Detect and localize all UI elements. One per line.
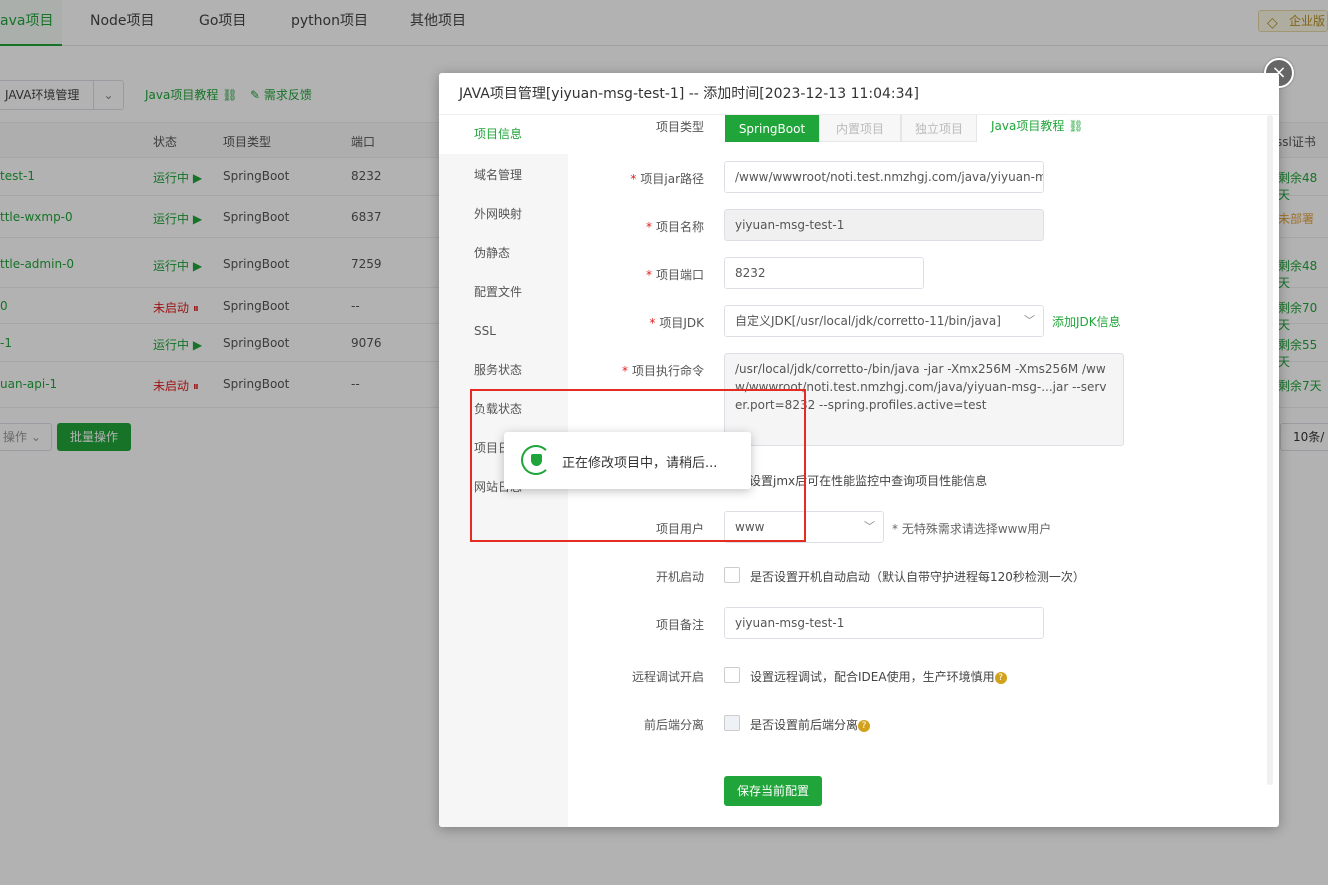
type-builtin[interactable]: 内置项目 [819, 114, 901, 142]
remark-input[interactable]: yiyuan-msg-test-1 [724, 607, 1044, 639]
split-text: 是否设置前后端分离? [750, 716, 871, 733]
question-icon[interactable]: ? [858, 719, 871, 732]
modal-title: JAVA项目管理[yiyuan-msg-test-1] -- 添加时间[2023… [439, 73, 1279, 115]
project-user-hint: * 无特殊需求请选择www用户 [892, 522, 1052, 536]
menu-service-status[interactable]: 服务状态 [439, 351, 568, 390]
chevron-down-icon: ﹀ [1024, 314, 1035, 327]
exec-cmd-label: * 项目执行命令 [621, 364, 704, 378]
split-label: 前后端分离 [643, 718, 704, 732]
question-icon[interactable]: ? [994, 671, 1007, 684]
chevron-down-icon: ﹀ [864, 520, 875, 533]
project-name-label: * 项目名称 [645, 220, 704, 234]
jar-path-label: * 项目jar路径 [630, 172, 704, 186]
remark-label: 项目备注 [655, 618, 704, 632]
jar-path-input[interactable]: /www/wwwroot/noti.test.nmzhgj.com/java/y… [724, 161, 1044, 193]
highlight-box [470, 389, 806, 542]
jdk-label: * 项目JDK [649, 316, 704, 330]
project-port-input[interactable]: 8232 [724, 257, 924, 289]
menu-external-mapping[interactable]: 外网映射 [439, 195, 568, 234]
type-label: 项目类型 [655, 120, 704, 134]
project-name-input[interactable]: yiyuan-msg-test-1 [724, 209, 1044, 241]
menu-domain[interactable]: 域名管理 [439, 156, 568, 195]
split-checkbox[interactable] [724, 715, 740, 731]
jdk-select[interactable]: 自定义JDK[/usr/local/jdk/corretto-11/bin/ja… [724, 305, 1044, 337]
menu-rewrite[interactable]: 伪静态 [439, 234, 568, 273]
remote-debug-text: 设置远程调试，配合IDEA使用，生产环境慎用? [750, 668, 1007, 685]
save-config-button[interactable]: 保存当前配置 [724, 776, 822, 806]
type-tutorial-link[interactable]: Java项目教程 ⛓ [991, 117, 1083, 134]
boot-start-label: 开机启动 [655, 570, 704, 584]
add-jdk-link[interactable]: 添加JDK信息 [1052, 313, 1121, 330]
link-icon: ⛓ [1068, 119, 1084, 133]
boot-start-checkbox[interactable] [724, 567, 740, 583]
menu-config-file[interactable]: 配置文件 [439, 273, 568, 312]
boot-start-text: 是否设置开机自动启动（默认自带守护进程每120秒检测一次） [750, 570, 1085, 584]
scrollbar[interactable] [1267, 115, 1273, 785]
jdk-select-value: 自定义JDK[/usr/local/jdk/corretto-11/bin/ja… [735, 314, 1001, 328]
remote-debug-checkbox[interactable] [724, 667, 740, 683]
remote-debug-label: 远程调试开启 [631, 670, 704, 684]
type-springboot[interactable]: SpringBoot [725, 114, 819, 142]
menu-ssl[interactable]: SSL [439, 312, 568, 351]
type-standalone[interactable]: 独立项目 [901, 114, 977, 142]
project-port-label: * 项目端口 [645, 268, 704, 282]
menu-project-info[interactable]: 项目信息 [439, 115, 568, 154]
